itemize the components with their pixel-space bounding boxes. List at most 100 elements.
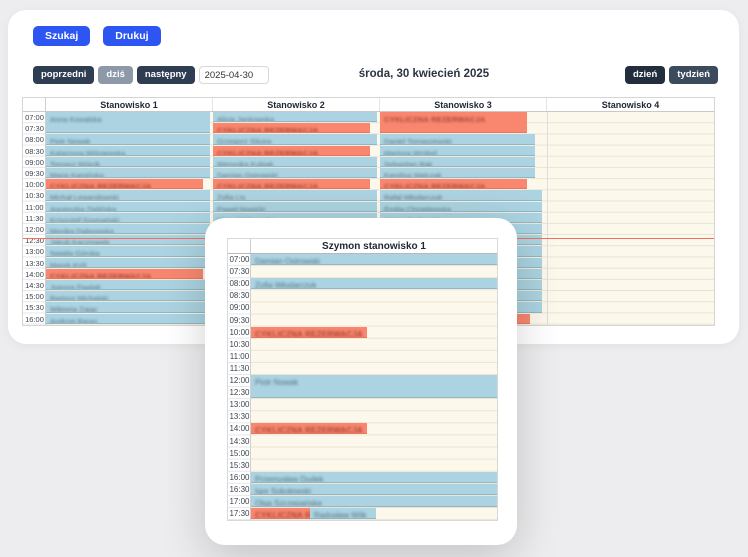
time-label: 07:30 (228, 266, 251, 278)
time-label: 11:00 (23, 202, 46, 213)
recurring-reservation-event[interactable]: CYKLICZNA REZERWACJA (213, 146, 370, 156)
reservation-event[interactable]: Joanna Pawlak (46, 280, 210, 290)
recurring-reservation-event[interactable]: CYKLICZNA REZERWACJA (251, 327, 367, 338)
time-label: 13:00 (228, 399, 251, 411)
reservation-event[interactable]: Karolina Walczak (380, 168, 535, 178)
reservation-event[interactable]: Damian Ostrowski (213, 168, 377, 178)
print-button[interactable]: Drukuj (103, 26, 160, 46)
recurring-reservation-event[interactable]: CYKLICZNA REZERWACJA (213, 179, 370, 189)
reservation-event[interactable]: Piotr Nowak (251, 375, 497, 398)
reservation-event[interactable]: Paweł Nowicki (213, 202, 377, 212)
time-label: 15:00 (23, 291, 46, 302)
recurring-reservation-event[interactable]: CYKLICZNA REZERWACJA (251, 508, 310, 519)
time-label: 12:30 (23, 235, 46, 246)
time-label: 08:00 (228, 278, 251, 290)
reservation-event[interactable]: Marek Król (46, 258, 210, 268)
event-label: Wiktoria Zając (46, 304, 98, 312)
reservation-event[interactable]: Alicja Jankowska (213, 112, 377, 122)
time-label: 16:00 (23, 314, 46, 325)
reservation-event[interactable]: Sebastian Bąk (380, 157, 535, 167)
event-label: Agnieszka Zielińska (46, 204, 116, 212)
recurring-reservation-event[interactable]: CYKLICZNA REZERWACJA (380, 179, 527, 189)
time-label: 15:30 (228, 460, 251, 472)
current-date-title: środa, 30 kwiecień 2025 (344, 68, 504, 80)
reservation-event[interactable]: Daniel Tomaszewski (380, 134, 535, 144)
time-label: 07:30 (23, 123, 46, 134)
reservation-event[interactable]: Tomasz Wójcik (46, 157, 210, 167)
column-header: Stanowisko 4 (547, 98, 714, 111)
reservation-event[interactable]: Rafał Włodarczyk (380, 190, 542, 200)
reservation-event[interactable]: Martyna Wróbel (380, 146, 535, 156)
today-button[interactable]: dziś (98, 66, 132, 84)
time-label: 08:30 (23, 146, 46, 157)
event-label: Bartosz Michalski (46, 293, 108, 301)
event-label: Martyna Wróbel (380, 148, 437, 156)
search-button[interactable]: Szukaj (33, 26, 90, 46)
reservation-event[interactable]: Andrzej Baran (46, 314, 210, 324)
event-label: Radosław Wilk (310, 510, 366, 519)
reservation-event[interactable]: Bartosz Michalski (46, 291, 210, 301)
reservation-event[interactable]: Grzegorz Sikora (213, 134, 377, 144)
event-label: Emilia Chmielewska (380, 204, 451, 212)
column-header: Stanowisko 3 (380, 98, 547, 111)
reservation-event[interactable]: Weronika Kubiak (213, 157, 377, 167)
time-label: 15:30 (23, 302, 46, 313)
event-label: Paweł Nowicki (213, 204, 265, 212)
recurring-reservation-event[interactable]: CYKLICZNA REZERWACJA (251, 423, 367, 434)
time-label: 10:00 (23, 179, 46, 190)
time-label: 09:00 (228, 302, 251, 314)
time-label: 11:30 (228, 363, 251, 375)
reservation-event[interactable]: Maria Kamińska (46, 168, 210, 178)
event-label: Rafał Włodarczyk (380, 192, 442, 200)
recurring-reservation-event[interactable]: CYKLICZNA REZERWACJA (380, 112, 527, 133)
reservation-event[interactable]: Michał Lewandowski (46, 190, 210, 200)
event-label: Grzegorz Sikora (213, 136, 271, 144)
navigation-toolbar: poprzedni dziś następny środa, 30 kwieci… (8, 66, 739, 86)
time-label: 09:30 (228, 315, 251, 327)
day-view-button[interactable]: dzień (625, 66, 665, 84)
time-label: 11:00 (228, 351, 251, 363)
reservation-event[interactable]: Katarzyna Wiśniewska (46, 146, 210, 156)
event-label: CYKLICZNA REZERWACJA (251, 425, 363, 434)
reservation-event[interactable]: Emilia Chmielewska (380, 202, 542, 212)
event-label: Katarzyna Wiśniewska (46, 148, 125, 156)
next-day-button[interactable]: następny (137, 66, 195, 84)
reservation-event[interactable]: Przemysław Dudek (251, 472, 497, 483)
time-label: 08:30 (228, 290, 251, 302)
reservation-event[interactable]: Agnieszka Zielińska (46, 202, 210, 212)
event-label: Sebastian Bąk (380, 159, 432, 167)
event-label: Alicja Jankowska (213, 114, 274, 122)
time-label: 07:00 (23, 112, 46, 123)
reservation-event[interactable]: Anna Kowalska (46, 112, 210, 133)
previous-day-button[interactable]: poprzedni (33, 66, 94, 84)
recurring-reservation-event[interactable]: CYKLICZNA REZERWACJA (46, 269, 203, 279)
reservation-event[interactable]: Monika Dąbrowska (46, 224, 210, 234)
action-toolbar: Szukaj Drukuj (33, 26, 161, 46)
reservation-event[interactable]: Olga Szczepańska (251, 496, 497, 507)
recurring-reservation-event[interactable]: CYKLICZNA REZERWACJA (46, 179, 203, 189)
time-label: 13:30 (23, 258, 46, 269)
time-label: 14:00 (228, 423, 251, 435)
date-input[interactable] (199, 66, 269, 84)
reservation-event[interactable]: Wiktoria Zając (46, 302, 210, 312)
reservation-event[interactable]: Igor Sokołowski (251, 484, 497, 495)
event-label: CYKLICZNA REZERWACJA (46, 271, 152, 279)
event-label: CYKLICZNA REZERWACJA (380, 114, 486, 125)
time-label: 10:30 (23, 190, 46, 201)
reservation-event[interactable]: Zofia Lis (213, 190, 377, 200)
reservation-event[interactable]: Zofia Włodarczyk (251, 278, 497, 289)
event-label: Damian Ostrowski (251, 256, 320, 265)
event-label: CYKLICZNA REZERWACJA (213, 148, 319, 156)
reservation-event[interactable]: Piotr Nowak (46, 134, 210, 144)
week-view-button[interactable]: tydzień (669, 66, 718, 84)
recurring-reservation-event[interactable]: CYKLICZNA REZERWACJA (213, 123, 370, 133)
reservation-event[interactable]: Natalia Górska (46, 246, 210, 256)
reservation-event[interactable]: Radosław Wilk (310, 508, 376, 519)
reservation-event[interactable]: Krzysztof Szymański (46, 213, 210, 223)
reservation-event[interactable]: Jakub Kaczmarek (46, 235, 210, 245)
column-divider (547, 112, 548, 325)
time-label: 10:30 (228, 339, 251, 351)
event-label: Michał Lewandowski (46, 192, 119, 200)
reservation-event[interactable]: Damian Ostrowski (251, 254, 497, 265)
time-column-header (228, 239, 251, 253)
